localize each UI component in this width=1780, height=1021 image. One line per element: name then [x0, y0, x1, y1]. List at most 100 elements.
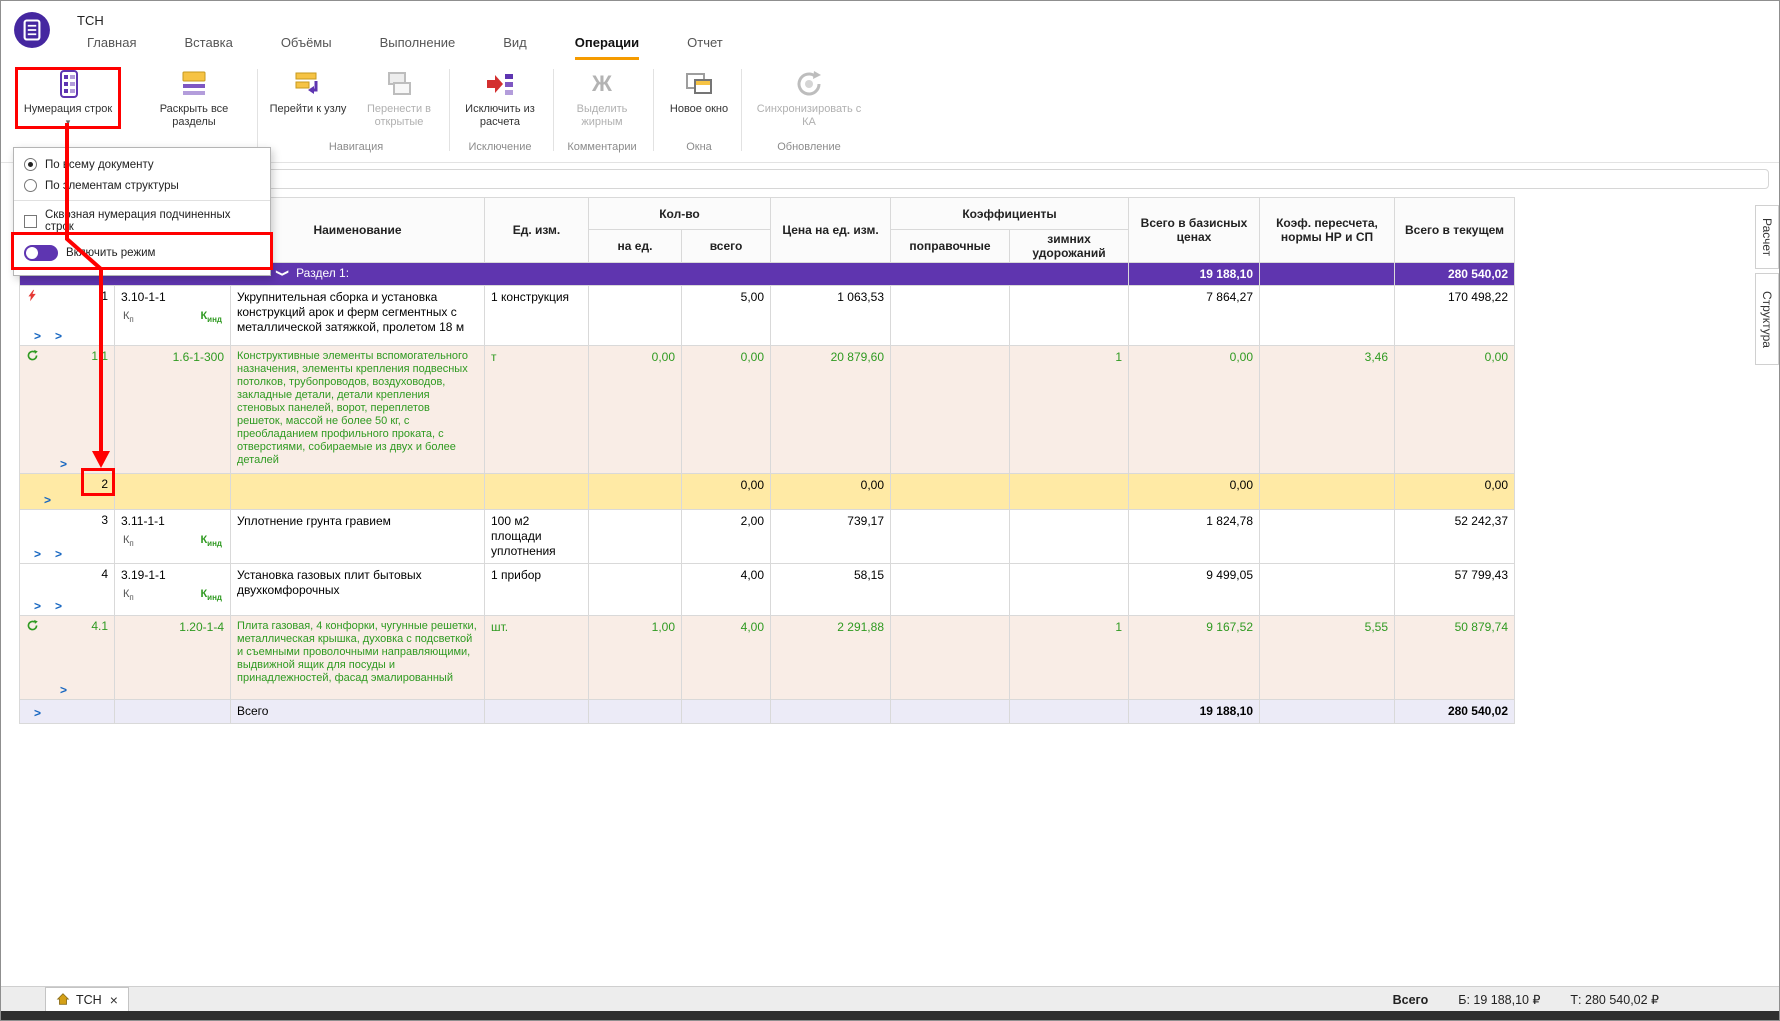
table-row[interactable]: 2 > 0,00 0,00 0,00 0,00: [20, 474, 1515, 510]
row-unit[interactable]: 100 м2 площади уплотнения: [485, 510, 589, 564]
expand-chevron-icon[interactable]: >: [55, 599, 62, 613]
cell-coef-winter[interactable]: 1: [1010, 616, 1129, 700]
row-icons-cell[interactable]: 2 >: [20, 474, 115, 510]
expand-chevron-icon[interactable]: >: [34, 329, 41, 343]
cell-recalc[interactable]: [1260, 286, 1395, 346]
table-row[interactable]: 1 >> 3.10-1-1 КпКинд Укрупнительная сбор…: [20, 286, 1515, 346]
cell-coef-popr[interactable]: [891, 510, 1010, 564]
cell-qty-total[interactable]: 2,00: [682, 510, 771, 564]
tab-operacii[interactable]: Операции: [575, 35, 639, 60]
row-icons-cell[interactable]: 3 >>: [20, 510, 115, 564]
cell-coef-popr[interactable]: [891, 564, 1010, 616]
toggle-enable-mode-item[interactable]: Включить режим: [14, 237, 270, 269]
row-code-cell[interactable]: 3.11-1-1 КпКинд: [115, 510, 231, 564]
row-name[interactable]: Укрупнительная сборка и установка констр…: [231, 286, 485, 346]
side-tab-raschet[interactable]: Расчет: [1755, 205, 1779, 269]
cell-price[interactable]: 2 291,88: [771, 616, 891, 700]
row-icons-cell[interactable]: 1.1 >: [20, 346, 115, 474]
cell-qty-per[interactable]: [589, 474, 682, 510]
new-window-button[interactable]: Новое окно: [661, 67, 737, 116]
table-row[interactable]: 1.1 > 1.6-1-300 Конструктивные элементы …: [20, 346, 1515, 474]
side-tab-struktura[interactable]: Структура: [1755, 273, 1779, 365]
total-row[interactable]: > Всего 19 188,10 280 540,02: [20, 700, 1515, 724]
row-name[interactable]: Установка газовых плит бытовых двухкомфо…: [231, 564, 485, 616]
expand-all-sections-button[interactable]: Раскрыть все разделы: [139, 67, 249, 128]
section-base-total[interactable]: 19 188,10: [1129, 263, 1260, 286]
cell-price[interactable]: 1 063,53: [771, 286, 891, 346]
checkbox-icon[interactable]: [24, 215, 37, 228]
cell-coef-winter[interactable]: [1010, 564, 1129, 616]
row-icons-cell[interactable]: 4 >>: [20, 564, 115, 616]
dropdown-arrow-icon[interactable]: ▾: [66, 118, 71, 127]
cell-current-total[interactable]: 52 242,37: [1395, 510, 1515, 564]
cell-price[interactable]: 0,00: [771, 474, 891, 510]
cell-base-total[interactable]: 0,00: [1129, 346, 1260, 474]
tab-vid[interactable]: Вид: [503, 35, 527, 60]
cell-coef-winter[interactable]: 1: [1010, 346, 1129, 474]
section-current-total[interactable]: 280 540,02: [1395, 263, 1515, 286]
table-row[interactable]: 3 >> 3.11-1-1 КпКинд Уплотнение грунта г…: [20, 510, 1515, 564]
cell-recalc[interactable]: [1260, 564, 1395, 616]
cell-base-total[interactable]: 1 824,78: [1129, 510, 1260, 564]
exclude-from-calc-button[interactable]: Исключить из расчета: [457, 67, 543, 128]
expand-chevron-icon[interactable]: >: [55, 547, 62, 561]
cell-coef-winter[interactable]: [1010, 286, 1129, 346]
cell-coef-popr[interactable]: [891, 286, 1010, 346]
cell-qty-total[interactable]: 5,00: [682, 286, 771, 346]
cell-coef-winter[interactable]: [1010, 474, 1129, 510]
row-code-cell[interactable]: 1.20-1-4: [115, 616, 231, 700]
expand-chevron-icon[interactable]: >: [44, 493, 51, 507]
app-logo-icon[interactable]: [13, 11, 51, 49]
document-tab[interactable]: ТСН ×: [45, 987, 129, 1012]
table-row[interactable]: 4 >> 3.19-1-1 КпКинд Установка газовых п…: [20, 564, 1515, 616]
tab-otchet[interactable]: Отчет: [687, 35, 723, 60]
cell-qty-per[interactable]: [589, 564, 682, 616]
cell-qty-total[interactable]: 0,00: [682, 474, 771, 510]
table-row[interactable]: 4.1 > 1.20-1-4 Плита газовая, 4 конфорки…: [20, 616, 1515, 700]
cell-coef-popr[interactable]: [891, 346, 1010, 474]
cell-recalc[interactable]: 5,55: [1260, 616, 1395, 700]
radio-selected-icon[interactable]: [24, 158, 37, 171]
cell-coef-popr[interactable]: [891, 474, 1010, 510]
cell-qty-per[interactable]: [589, 286, 682, 346]
row-icons-cell[interactable]: 4.1 >: [20, 616, 115, 700]
expand-chevron-icon[interactable]: >: [60, 683, 67, 697]
cell-qty-per[interactable]: 1,00: [589, 616, 682, 700]
collapse-chevron-icon[interactable]: ❭: [276, 268, 290, 278]
cell-qty-per[interactable]: 0,00: [589, 346, 682, 474]
cell-base-total[interactable]: 9 167,52: [1129, 616, 1260, 700]
radio-by-structure[interactable]: По элементам структуры: [14, 175, 270, 196]
checkbox-through-numbering[interactable]: Сквозная нумерация подчиненных строк: [14, 205, 270, 237]
cell-base-total[interactable]: 7 864,27: [1129, 286, 1260, 346]
tab-glavnaya[interactable]: Главная: [87, 35, 136, 60]
cell-qty-total[interactable]: 4,00: [682, 564, 771, 616]
row-unit[interactable]: 1 прибор: [485, 564, 589, 616]
cell-qty-total[interactable]: 4,00: [682, 616, 771, 700]
goto-node-button[interactable]: Перейти к узлу: [267, 67, 349, 116]
row-code-cell[interactable]: [115, 474, 231, 510]
close-tab-icon[interactable]: ×: [110, 992, 118, 1008]
row-code-cell[interactable]: 3.19-1-1 КпКинд: [115, 564, 231, 616]
cell-recalc[interactable]: 3,46: [1260, 346, 1395, 474]
row-unit[interactable]: т: [485, 346, 589, 474]
cell-current-total[interactable]: 0,00: [1395, 346, 1515, 474]
tab-vypolnenie[interactable]: Выполнение: [380, 35, 456, 60]
row-code-cell[interactable]: 1.6-1-300: [115, 346, 231, 474]
filter-bar[interactable]: [17, 169, 1769, 189]
row-icons-cell[interactable]: >: [20, 700, 115, 724]
expand-chevron-icon[interactable]: >: [34, 706, 41, 720]
cell-current-total[interactable]: 50 879,74: [1395, 616, 1515, 700]
row-unit[interactable]: шт.: [485, 616, 589, 700]
section-empty-cell[interactable]: [1260, 263, 1395, 286]
cell-current-total[interactable]: 57 799,43: [1395, 564, 1515, 616]
row-unit[interactable]: 1 конструкция: [485, 286, 589, 346]
row-name[interactable]: Уплотнение грунта гравием: [231, 510, 485, 564]
cell-coef-popr[interactable]: [891, 616, 1010, 700]
cell-price[interactable]: 58,15: [771, 564, 891, 616]
tab-obyomy[interactable]: Объёмы: [281, 35, 332, 60]
cell-current-total[interactable]: 0,00: [1395, 474, 1515, 510]
cell-base-total[interactable]: 9 499,05: [1129, 564, 1260, 616]
row-unit[interactable]: [485, 474, 589, 510]
cell-coef-winter[interactable]: [1010, 510, 1129, 564]
cell-price[interactable]: 20 879,60: [771, 346, 891, 474]
